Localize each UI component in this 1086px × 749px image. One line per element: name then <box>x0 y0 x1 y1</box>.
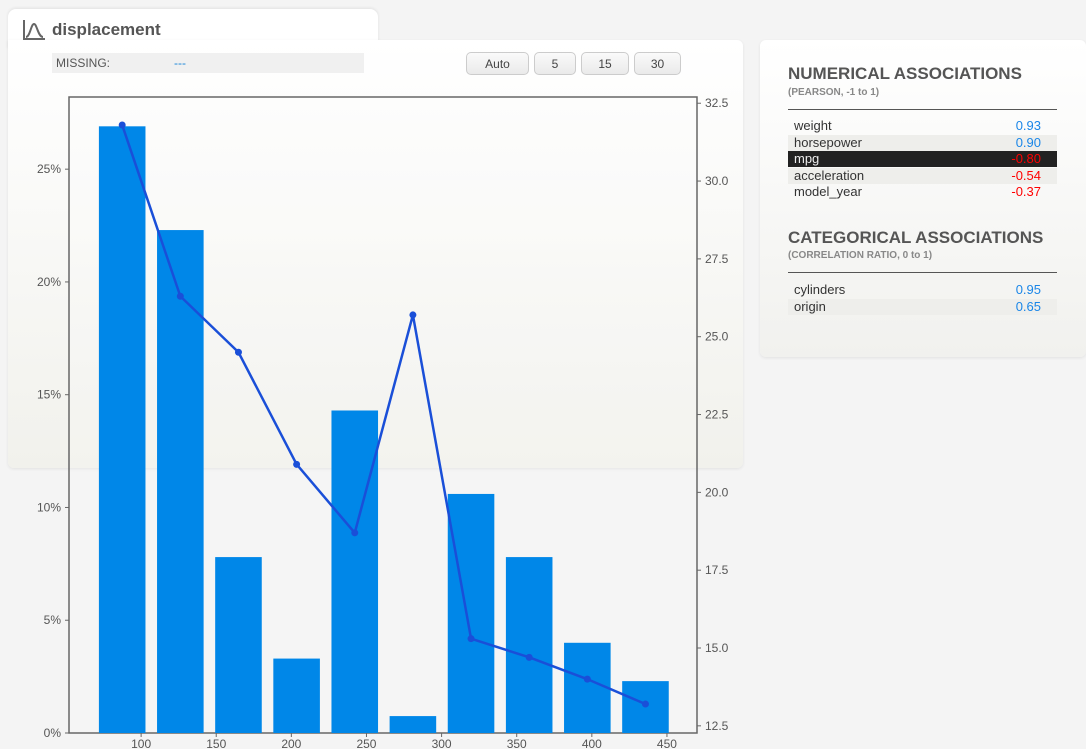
association-name: origin <box>794 298 826 314</box>
y-tick-label: 15% <box>37 388 61 402</box>
divider <box>788 109 1057 110</box>
association-value: -0.80 <box>1011 151 1041 166</box>
association-row-horsepower[interactable]: horsepower 0.90 <box>788 134 1057 151</box>
y2-tick-label: 15.0 <box>705 641 729 655</box>
y2-tick-label: 20.0 <box>705 485 729 499</box>
association-name: acceleration <box>794 167 865 183</box>
y-tick-label: 20% <box>37 275 61 289</box>
x-tick-label: 200 <box>281 737 301 749</box>
divider <box>788 272 1057 273</box>
association-row-model_year[interactable]: model_year -0.37 <box>788 184 1057 200</box>
histogram-bar <box>157 230 204 733</box>
histogram-bar <box>215 557 262 733</box>
mpg-point <box>351 529 359 537</box>
y-tick-label: 25% <box>37 162 61 176</box>
association-row-cylinders[interactable]: cylinders 0.95 <box>788 282 1057 298</box>
association-name: model_year <box>794 184 862 199</box>
x-tick-label: 400 <box>582 737 602 749</box>
y-tick-label: 0% <box>44 726 62 740</box>
y-tick-label: 10% <box>37 500 61 514</box>
histogram-bar <box>447 493 495 733</box>
histogram-bar <box>273 658 320 733</box>
histogram-bar <box>389 716 437 733</box>
association-value: 0.93 <box>1015 118 1041 133</box>
histogram-bar <box>505 557 553 733</box>
association-value: 0.65 <box>1015 298 1041 314</box>
numerical-title: NUMERICAL ASSOCIATIONS <box>788 64 1022 83</box>
mpg-point <box>176 292 184 300</box>
y2-tick-label: 12.5 <box>705 719 729 733</box>
association-row-origin[interactable]: origin 0.65 <box>788 298 1057 315</box>
y2-tick-label: 30.0 <box>705 174 729 188</box>
histogram-bar <box>331 410 379 733</box>
association-name: horsepower <box>794 134 862 150</box>
histogram-bar <box>564 642 611 733</box>
x-tick-label: 300 <box>432 737 452 749</box>
association-name: weight <box>794 118 832 133</box>
histogram-bar <box>98 126 146 733</box>
mpg-point <box>525 653 533 661</box>
association-value: -0.54 <box>1011 167 1041 183</box>
association-value: 0.95 <box>1015 282 1041 297</box>
association-row-weight[interactable]: weight 0.93 <box>788 118 1057 134</box>
x-tick-label: 350 <box>507 737 527 749</box>
associations-panel: NUMERICAL ASSOCIATIONS (PEARSON, -1 to 1… <box>760 40 1086 357</box>
x-tick-label: 250 <box>356 737 376 749</box>
x-tick-label: 150 <box>206 737 226 749</box>
x-tick-label: 450 <box>657 737 677 749</box>
mpg-point <box>409 311 417 319</box>
association-value: 0.90 <box>1015 134 1041 150</box>
mpg-point <box>641 700 649 708</box>
association-row-acceleration[interactable]: acceleration -0.54 <box>788 167 1057 184</box>
categorical-title: CATEGORICAL ASSOCIATIONS <box>788 228 1044 247</box>
association-value: -0.37 <box>1011 184 1041 199</box>
y2-tick-label: 17.5 <box>705 563 729 577</box>
y2-tick-label: 25.0 <box>705 330 729 344</box>
mpg-point <box>118 121 126 129</box>
association-row-mpg[interactable]: mpg -0.80 <box>788 151 1057 167</box>
categorical-subtitle: (CORRELATION RATIO, 0 to 1) <box>788 250 933 261</box>
y2-tick-label: 22.5 <box>705 408 729 422</box>
x-tick-label: 100 <box>131 737 151 749</box>
mpg-point <box>234 348 242 356</box>
numerical-subtitle: (PEARSON, -1 to 1) <box>788 87 880 98</box>
histogram-chart: 100 150 200 250 300 350 400 450 0% 5% 10% 15% 20% 25%… <box>37 96 729 749</box>
mpg-point <box>583 675 591 683</box>
y-tick-label: 5% <box>44 613 62 627</box>
mpg-point <box>467 635 475 643</box>
association-name: cylinders <box>794 282 846 297</box>
y2-tick-label: 27.5 <box>705 252 729 266</box>
association-name: mpg <box>794 151 820 166</box>
y2-tick-label: 32.5 <box>705 96 729 110</box>
mpg-point <box>293 460 301 468</box>
